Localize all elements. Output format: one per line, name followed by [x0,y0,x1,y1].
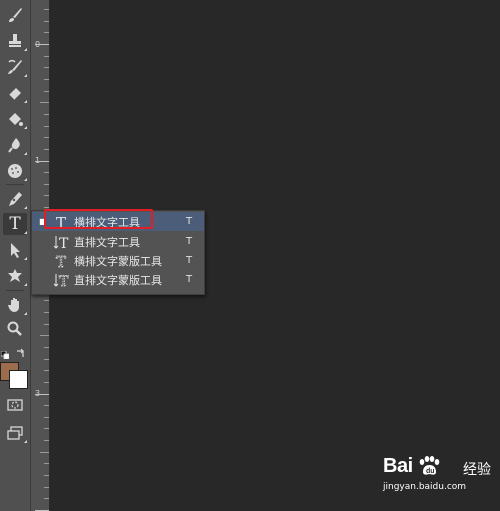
ruler-tick [44,324,49,325]
ruler-tick [40,452,49,453]
ruler-tick [44,347,49,348]
sponge-icon[interactable] [3,160,27,182]
ruler-tick [44,126,49,127]
watermark-suffix: 经验 [463,462,491,478]
history-brush-icon[interactable] [3,56,27,78]
highlight-box [44,209,153,229]
menu-item-shortcut: T [186,216,193,227]
clone-stamp-icon[interactable] [3,30,27,52]
ruler-tick [35,394,49,395]
ruler-tick [44,300,49,301]
ruler-tick [44,312,49,313]
ruler-tick [40,102,49,103]
ruler-tick [44,137,49,138]
ruler-tick [44,79,49,80]
menu-item-vertical-type-mask[interactable]: T 直排文字蒙版工具 T [32,270,204,289]
horizontal-type-mask-icon: T [52,252,70,270]
ruler-tick [44,487,49,488]
menu-item-shortcut: T [186,255,193,266]
ruler-tick [44,359,49,360]
custom-shape-icon[interactable] [3,265,27,287]
ruler-tick [44,21,49,22]
ruler-tick [44,56,49,57]
menu-item-label: 直排文字工具 [74,235,140,249]
menu-item-shortcut: T [186,274,193,285]
baidu-jingyan-watermark: Bai du 经验 jingyan.baidu.com [383,455,493,500]
pen-icon[interactable] [3,188,27,210]
ruler-tick [44,440,49,441]
ruler-tick [44,91,49,92]
ruler-tick [44,475,49,476]
ruler-tick [44,114,49,115]
ruler-tick [44,9,49,10]
type-icon[interactable]: T [3,213,27,235]
ruler-tick [44,195,49,196]
watermark-url: jingyan.baidu.com [383,482,467,492]
ruler-tick [44,32,49,33]
ruler-tick [44,370,49,371]
ruler-tick [44,417,49,418]
svg-text:T: T [56,253,66,269]
zoom-icon[interactable] [3,318,27,340]
menu-item-horizontal-type-mask[interactable]: T 横排文字蒙版工具 T [32,251,204,270]
ruler-tick [44,172,49,173]
hand-icon[interactable] [3,294,27,316]
ruler-tick [44,149,49,150]
menu-item-label: 横排文字蒙版工具 [74,254,162,268]
watermark-brand: Bai [383,455,413,477]
ruler-tick [44,463,49,464]
eraser-icon[interactable] [3,82,27,104]
ruler-tick [44,382,49,383]
path-selection-icon[interactable] [3,239,27,261]
svg-text:T: T [59,274,69,288]
paw-icon: du [417,455,441,481]
ruler-tick [44,428,49,429]
ruler-tick [44,207,49,208]
background-color-swatch[interactable] [9,370,28,389]
ruler-tick [44,184,49,185]
ruler-tick [35,161,49,162]
ruler-tick [44,405,49,406]
svg-text:T: T [59,236,69,250]
ruler-tick [44,67,49,68]
blur-icon[interactable] [3,134,27,156]
vertical-type-mask-icon: T [52,271,70,289]
swap-colors-icon[interactable] [16,343,26,357]
svg-text:du: du [426,468,435,475]
quick-mask-icon[interactable] [3,394,27,416]
ruler-tick [35,44,49,45]
brush-icon[interactable] [3,4,27,26]
menu-item-label: 直排文字蒙版工具 [74,273,162,287]
ruler-tick [44,498,49,499]
ruler-tick [40,335,49,336]
menu-item-shortcut: T [186,236,193,247]
paint-bucket-icon[interactable] [3,108,27,130]
default-colors-icon[interactable] [0,344,10,360]
screen-mode-icon[interactable] [3,422,27,444]
tools-panel: T [0,0,31,511]
menu-item-vertical-type[interactable]: T 直排文字工具 T [32,232,204,251]
vertical-type-icon: T [52,233,70,251]
